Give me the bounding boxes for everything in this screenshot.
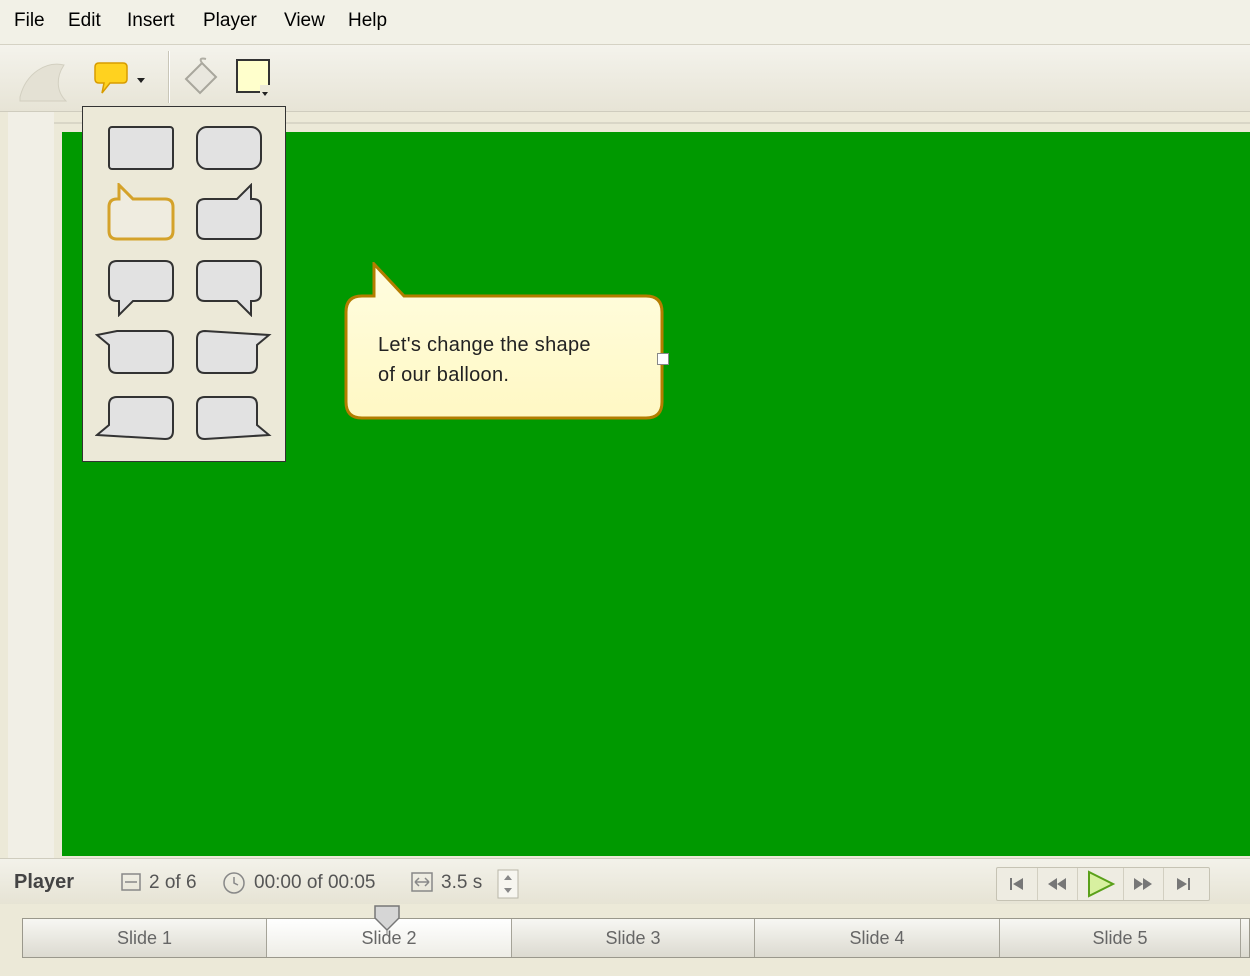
shape-rounded-rectangle[interactable] <box>191 121 271 187</box>
menu-bar: File Edit Insert Player View Help <box>0 0 1250 45</box>
menu-edit[interactable]: Edit <box>68 10 101 32</box>
slide-tab-1[interactable]: Slide 1 <box>23 919 267 957</box>
menu-player[interactable]: Player <box>203 10 257 32</box>
shape-callout-bottom-left[interactable] <box>103 257 183 323</box>
resize-handle[interactable] <box>657 353 669 365</box>
balloon-text-line: of our balloon. <box>378 364 510 386</box>
slide-tab-5[interactable]: Slide 5 <box>1000 919 1241 957</box>
fill-button[interactable] <box>180 57 224 97</box>
transport-controls <box>996 867 1210 901</box>
balloon-text-line: Let's change the shape <box>378 334 591 356</box>
shape-callout-right-bottom[interactable] <box>191 391 272 457</box>
shape-callout-left-bottom[interactable] <box>94 391 175 457</box>
duration-icon <box>410 871 434 898</box>
menu-file[interactable]: File <box>14 10 45 32</box>
play-button[interactable] <box>1077 868 1124 900</box>
toolbar-grip <box>16 53 70 105</box>
timeline: Slide 1 Slide 2 Slide 3 Slide 4 Slide 5 <box>0 904 1250 976</box>
player-bar: Player 2 of 6 00:00 of 00:05 3.5 s <box>0 858 1250 905</box>
playhead-marker[interactable] <box>373 904 401 934</box>
player-label: Player <box>14 871 75 893</box>
slide-tab-3[interactable]: Slide 3 <box>512 919 755 957</box>
menu-help[interactable]: Help <box>348 10 387 32</box>
clock-icon <box>222 871 246 900</box>
balloon-shape-menu <box>82 106 286 462</box>
slide-track: Slide 1 Slide 2 Slide 3 Slide 4 Slide 5 <box>22 918 1250 958</box>
shape-callout-right-top[interactable] <box>191 325 272 391</box>
balloon-shape-button[interactable] <box>88 57 152 97</box>
chevron-down-icon <box>260 85 270 96</box>
paint-bucket-icon <box>180 57 224 101</box>
duration-value: 3.5 s <box>441 872 483 893</box>
rewind-button[interactable] <box>1037 868 1078 900</box>
shape-callout-top-left[interactable] <box>103 181 183 249</box>
chevron-down-icon <box>136 71 146 89</box>
shape-callout-bottom-right[interactable] <box>191 257 271 323</box>
fill-color-button[interactable] <box>234 57 276 99</box>
shape-callout-top-right[interactable] <box>191 182 271 249</box>
menu-view[interactable]: View <box>284 10 325 32</box>
slides-icon <box>120 871 142 898</box>
shape-callout-left-top[interactable] <box>94 325 175 391</box>
balloon-text[interactable]: Let's change the shape of our balloon. <box>378 330 648 390</box>
fast-forward-button[interactable] <box>1123 868 1164 900</box>
toolbar <box>0 45 1250 112</box>
menu-insert[interactable]: Insert <box>127 10 175 32</box>
slide-tab-4[interactable]: Slide 4 <box>755 919 1000 957</box>
left-panel <box>8 112 56 858</box>
duration-spinner[interactable] <box>497 869 519 904</box>
time-display: 00:00 of 00:05 <box>254 872 376 893</box>
shape-rectangle[interactable] <box>103 121 183 187</box>
balloon-shape-icon <box>92 61 130 102</box>
slide-counter: 2 of 6 <box>149 872 197 893</box>
first-slide-button[interactable] <box>997 868 1038 900</box>
last-slide-button[interactable] <box>1163 868 1203 900</box>
toolbar-separator <box>168 51 170 103</box>
